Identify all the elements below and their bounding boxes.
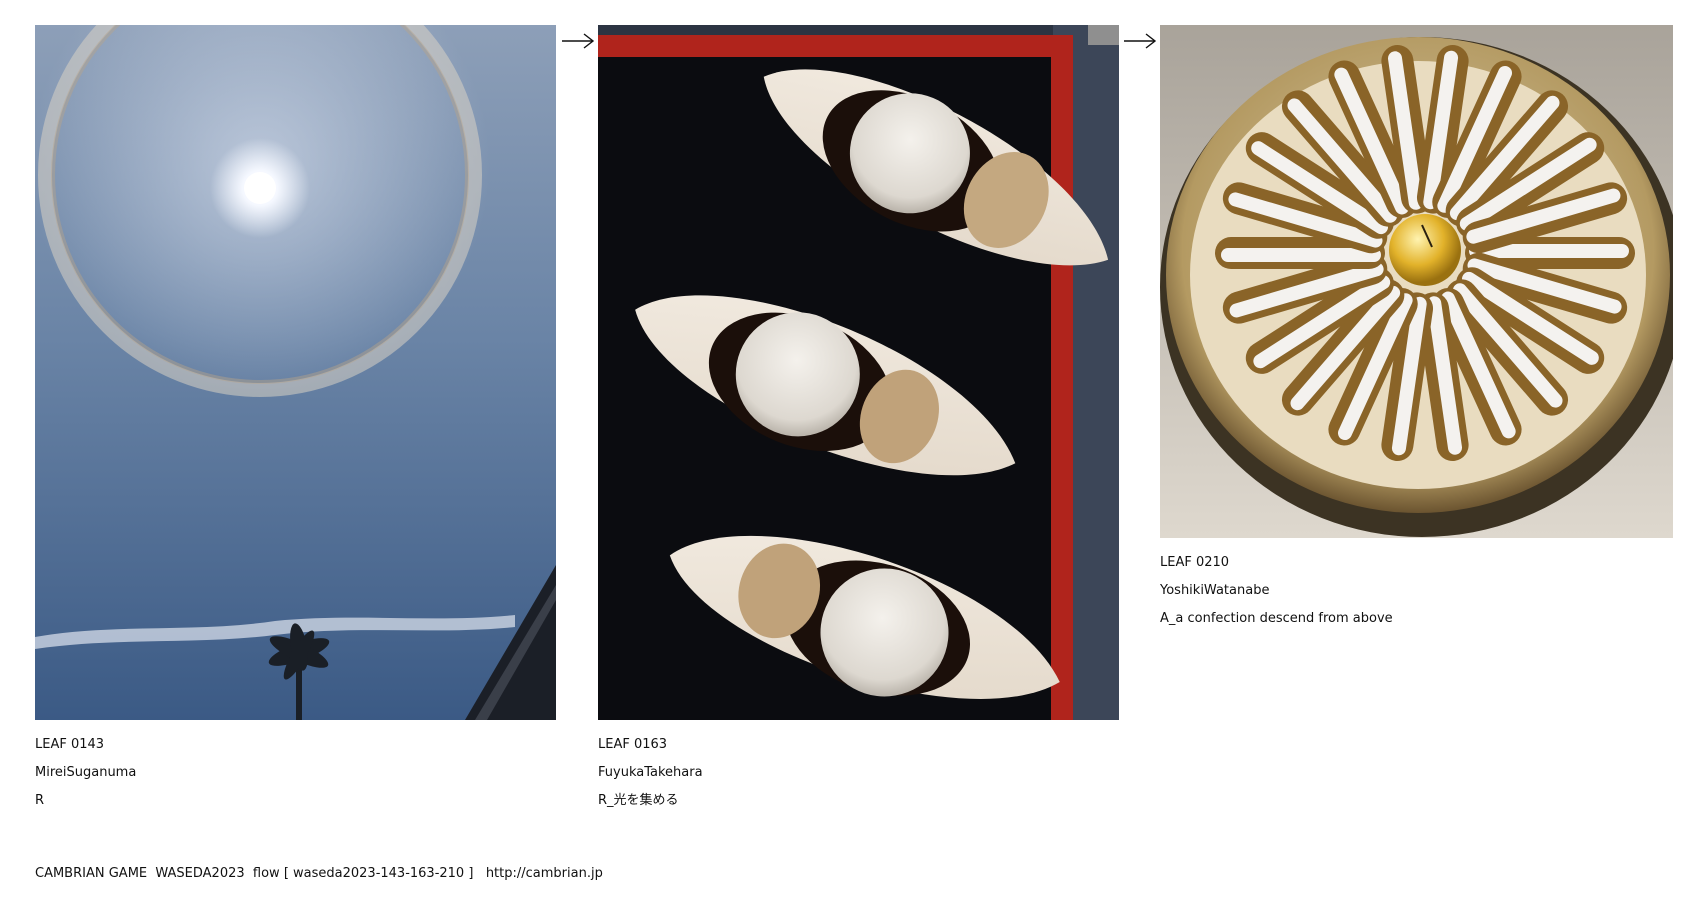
leaf-title: R_光を集める <box>598 793 679 808</box>
leaf-author: FuyukaTakehara <box>598 765 703 780</box>
leaf-title: A_a confection descend from above <box>1160 611 1393 626</box>
leaf-card-0163: LEAF 0163 FuyukaTakehara R_光を集める <box>598 25 1119 815</box>
leaf-image-link[interactable] <box>35 25 556 720</box>
leaf-image-link[interactable] <box>1160 25 1673 538</box>
leaf-id: LEAF 0210 <box>1160 555 1230 570</box>
sun-halo-photo <box>35 25 556 720</box>
radial-confection-photo <box>1160 25 1673 538</box>
leaf-author: MireiSuganuma <box>35 765 137 780</box>
leaf-title: R <box>35 793 45 808</box>
leaf-card-0143: LEAF 0143 MireiSuganuma R <box>35 25 556 815</box>
mochi-dessert-photo <box>598 25 1119 720</box>
right-arrow-icon <box>562 33 595 49</box>
footer-text: CAMBRIAN GAME WASEDA2023 flow [ waseda20… <box>35 866 486 881</box>
leaf-id: LEAF 0143 <box>35 737 105 752</box>
leaf-author: YoshikiWatanabe <box>1160 583 1270 598</box>
footer-link[interactable]: http://cambrian.jp <box>486 866 603 881</box>
leaf-card-0210: LEAF 0210 YoshikiWatanabe A_a confection… <box>1160 25 1673 633</box>
leaf-id: LEAF 0163 <box>598 737 668 752</box>
leaf-image-link[interactable] <box>598 25 1119 720</box>
footer: CAMBRIAN GAME WASEDA2023 flow [ waseda20… <box>35 866 603 881</box>
right-arrow-icon <box>1124 33 1157 49</box>
